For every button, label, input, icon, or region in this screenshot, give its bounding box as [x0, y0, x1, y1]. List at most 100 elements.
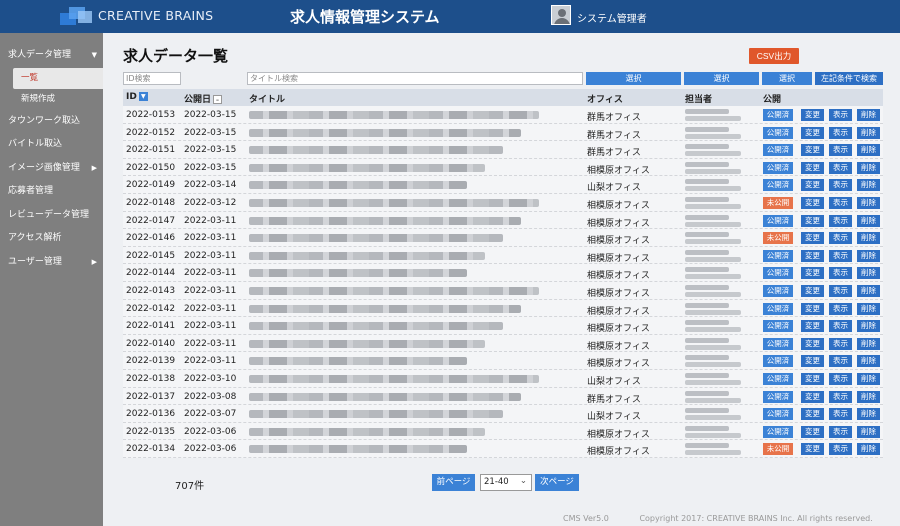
status-badge[interactable]: 公開済: [763, 355, 793, 368]
user-avatar-icon[interactable]: [551, 5, 571, 25]
delete-button[interactable]: 削除: [857, 320, 880, 333]
sort-desc-icon[interactable]: ▼: [138, 92, 148, 101]
delete-button[interactable]: 削除: [857, 390, 880, 403]
delete-button[interactable]: 削除: [857, 425, 880, 438]
row-title-redacted[interactable]: [249, 427, 485, 436]
status-badge[interactable]: 公開済: [763, 249, 793, 262]
edit-button[interactable]: 変更: [801, 284, 824, 297]
edit-button[interactable]: 変更: [801, 337, 824, 350]
delete-button[interactable]: 削除: [857, 372, 880, 385]
status-badge[interactable]: 公開済: [763, 408, 793, 421]
view-button[interactable]: 表示: [829, 109, 852, 121]
view-button[interactable]: 表示: [829, 196, 852, 209]
row-title-redacted[interactable]: [249, 234, 503, 243]
sidebar-item-8[interactable]: アクセス解析: [0, 227, 103, 251]
delete-button[interactable]: 削除: [857, 355, 880, 368]
delete-button[interactable]: 削除: [857, 302, 880, 315]
col-id[interactable]: ID ▼: [126, 92, 148, 102]
prev-page-button[interactable]: 前ページ: [432, 474, 475, 491]
view-button[interactable]: 表示: [829, 408, 852, 421]
view-button[interactable]: 表示: [829, 372, 852, 385]
edit-button[interactable]: 変更: [801, 179, 824, 192]
row-title-redacted[interactable]: [249, 392, 521, 401]
delete-button[interactable]: 削除: [857, 126, 880, 139]
edit-button[interactable]: 変更: [801, 109, 824, 121]
delete-button[interactable]: 削除: [857, 337, 880, 350]
status-badge[interactable]: 公開済: [763, 214, 793, 227]
row-title-redacted[interactable]: [249, 445, 467, 454]
edit-button[interactable]: 変更: [801, 302, 824, 315]
row-title-redacted[interactable]: [249, 357, 467, 366]
delete-button[interactable]: 削除: [857, 284, 880, 297]
row-title-redacted[interactable]: [249, 146, 503, 155]
edit-button[interactable]: 変更: [801, 425, 824, 438]
sidebar-item-2[interactable]: 新規作成: [0, 89, 103, 110]
row-title-redacted[interactable]: [249, 163, 485, 172]
view-button[interactable]: 表示: [829, 337, 852, 350]
public-select[interactable]: 選択: [762, 72, 812, 85]
view-button[interactable]: 表示: [829, 144, 852, 157]
status-badge[interactable]: 公開済: [763, 320, 793, 333]
view-button[interactable]: 表示: [829, 425, 852, 438]
title-search-input[interactable]: タイトル検索: [247, 72, 583, 85]
status-badge[interactable]: 未公開: [763, 232, 793, 245]
delete-button[interactable]: 削除: [857, 144, 880, 157]
status-badge[interactable]: 公開済: [763, 126, 793, 139]
status-badge[interactable]: 公開済: [763, 390, 793, 403]
edit-button[interactable]: 変更: [801, 144, 824, 157]
row-title-redacted[interactable]: [249, 374, 539, 383]
edit-button[interactable]: 変更: [801, 232, 824, 245]
row-title-redacted[interactable]: [249, 198, 539, 207]
delete-button[interactable]: 削除: [857, 214, 880, 227]
edit-button[interactable]: 変更: [801, 126, 824, 139]
delete-button[interactable]: 削除: [857, 249, 880, 262]
edit-button[interactable]: 変更: [801, 408, 824, 421]
person-select[interactable]: 選択: [684, 72, 759, 85]
csv-export-button[interactable]: CSV出力: [749, 48, 799, 64]
id-search-input[interactable]: ID検索: [123, 72, 181, 85]
status-badge[interactable]: 公開済: [763, 372, 793, 385]
sidebar-item-4[interactable]: バイトル取込: [0, 133, 103, 157]
edit-button[interactable]: 変更: [801, 320, 824, 333]
row-title-redacted[interactable]: [249, 322, 503, 331]
edit-button[interactable]: 変更: [801, 249, 824, 262]
status-badge[interactable]: 公開済: [763, 161, 793, 174]
col-date[interactable]: 公開日 –: [184, 92, 223, 105]
delete-button[interactable]: 削除: [857, 408, 880, 421]
page-range-select[interactable]: 21-40 ⌄: [480, 474, 532, 491]
status-badge[interactable]: 公開済: [763, 337, 793, 350]
sidebar-item-1[interactable]: 一覧: [13, 67, 103, 89]
search-button[interactable]: 左記条件で検索: [815, 72, 883, 85]
row-title-redacted[interactable]: [249, 304, 521, 313]
office-select[interactable]: 選択: [586, 72, 681, 85]
sidebar-item-5[interactable]: イメージ画像管理 ▶: [0, 157, 103, 181]
edit-button[interactable]: 変更: [801, 214, 824, 227]
view-button[interactable]: 表示: [829, 302, 852, 315]
edit-button[interactable]: 変更: [801, 196, 824, 209]
view-button[interactable]: 表示: [829, 320, 852, 333]
sort-none-icon[interactable]: –: [213, 95, 223, 104]
status-badge[interactable]: 未公開: [763, 443, 793, 456]
row-title-redacted[interactable]: [249, 339, 485, 348]
delete-button[interactable]: 削除: [857, 443, 880, 456]
view-button[interactable]: 表示: [829, 232, 852, 245]
edit-button[interactable]: 変更: [801, 355, 824, 368]
edit-button[interactable]: 変更: [801, 443, 824, 456]
status-badge[interactable]: 公開済: [763, 425, 793, 438]
row-title-redacted[interactable]: [249, 216, 521, 225]
view-button[interactable]: 表示: [829, 267, 852, 280]
row-title-redacted[interactable]: [249, 286, 539, 295]
delete-button[interactable]: 削除: [857, 161, 880, 174]
edit-button[interactable]: 変更: [801, 390, 824, 403]
row-title-redacted[interactable]: [249, 251, 485, 260]
sidebar-item-3[interactable]: タウンワーク取込: [0, 110, 103, 134]
status-badge[interactable]: 公開済: [763, 302, 793, 315]
edit-button[interactable]: 変更: [801, 161, 824, 174]
delete-button[interactable]: 削除: [857, 179, 880, 192]
view-button[interactable]: 表示: [829, 390, 852, 403]
view-button[interactable]: 表示: [829, 161, 852, 174]
view-button[interactable]: 表示: [829, 284, 852, 297]
view-button[interactable]: 表示: [829, 214, 852, 227]
delete-button[interactable]: 削除: [857, 232, 880, 245]
edit-button[interactable]: 変更: [801, 372, 824, 385]
